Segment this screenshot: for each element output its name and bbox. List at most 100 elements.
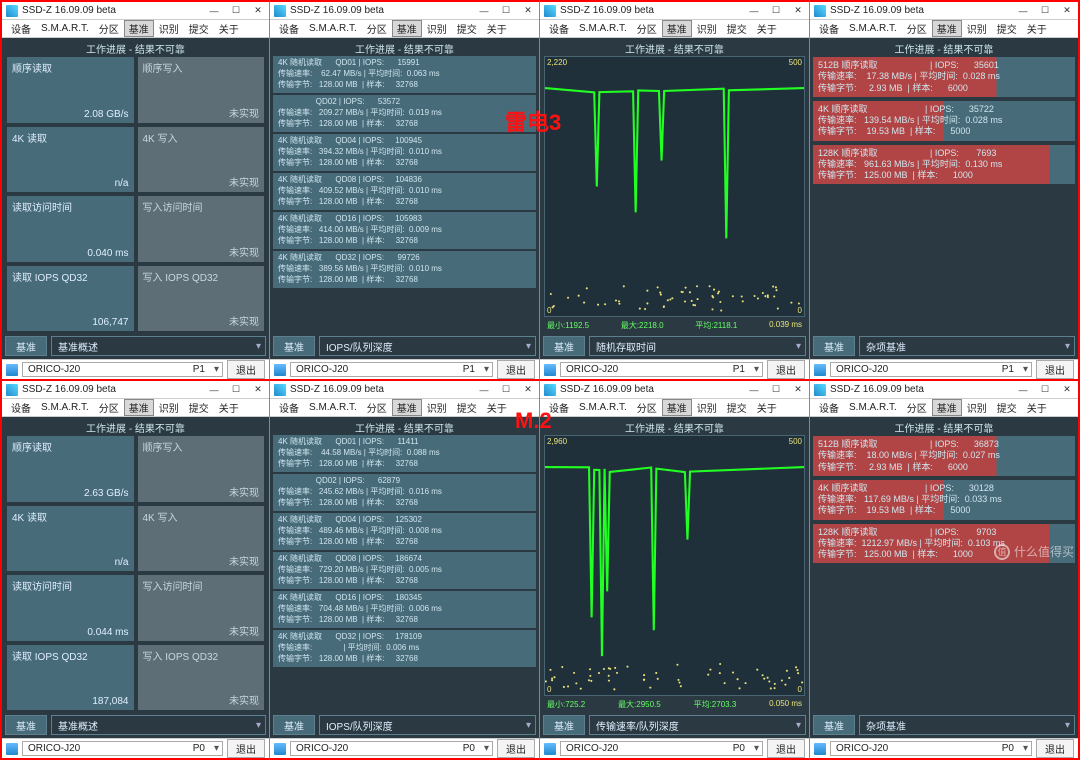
tab-4[interactable]: 识别 <box>154 20 184 37</box>
maximize-button[interactable]: ☐ <box>765 2 787 19</box>
tab-5[interactable]: 提交 <box>722 399 752 416</box>
minimize-button[interactable]: — <box>203 381 225 398</box>
device-combo[interactable]: ORICO-J20P0 <box>22 741 223 756</box>
benchmark-select[interactable]: 基准概述 <box>51 336 266 356</box>
maximize-button[interactable]: ☐ <box>225 381 247 398</box>
close-button[interactable]: ✕ <box>517 381 539 398</box>
tab-0[interactable]: 设备 <box>814 399 844 416</box>
tab-1[interactable]: S.M.A.R.T. <box>574 401 632 414</box>
tab-6[interactable]: 关于 <box>214 20 244 37</box>
tab-2[interactable]: 分区 <box>94 399 124 416</box>
tab-6[interactable]: 关于 <box>214 399 244 416</box>
tab-0[interactable]: 设备 <box>544 399 574 416</box>
minimize-button[interactable]: — <box>1012 381 1034 398</box>
close-button[interactable]: ✕ <box>517 2 539 19</box>
benchmark-select[interactable]: 传输速率/队列深度 <box>589 715 806 735</box>
tab-5[interactable]: 提交 <box>452 20 482 37</box>
tab-1[interactable]: S.M.A.R.T. <box>36 401 94 414</box>
tab-3[interactable]: 基准 <box>662 20 692 37</box>
maximize-button[interactable]: ☐ <box>495 2 517 19</box>
tab-0[interactable]: 设备 <box>814 20 844 37</box>
device-combo[interactable]: ORICO-J20P1 <box>290 362 493 377</box>
benchmark-button[interactable]: 基准 <box>5 715 47 735</box>
tab-3[interactable]: 基准 <box>124 399 154 416</box>
tab-5[interactable]: 提交 <box>722 20 752 37</box>
benchmark-select[interactable]: 随机存取时间 <box>589 336 806 356</box>
tab-4[interactable]: 识别 <box>962 20 992 37</box>
tab-5[interactable]: 提交 <box>992 399 1022 416</box>
tab-2[interactable]: 分区 <box>632 20 662 37</box>
benchmark-button[interactable]: 基准 <box>813 715 855 735</box>
device-combo[interactable]: ORICO-J20P1 <box>560 362 763 377</box>
device-combo[interactable]: ORICO-J20P0 <box>560 741 763 756</box>
close-button[interactable]: ✕ <box>247 2 269 19</box>
minimize-button[interactable]: — <box>473 381 495 398</box>
tab-1[interactable]: S.M.A.R.T. <box>844 22 902 35</box>
exit-button[interactable]: 退出 <box>1036 360 1074 379</box>
tab-1[interactable]: S.M.A.R.T. <box>844 401 902 414</box>
tab-3[interactable]: 基准 <box>932 399 962 416</box>
tab-5[interactable]: 提交 <box>184 20 214 37</box>
tab-3[interactable]: 基准 <box>124 20 154 37</box>
tab-4[interactable]: 识别 <box>692 399 722 416</box>
exit-button[interactable]: 退出 <box>1036 739 1074 758</box>
benchmark-button[interactable]: 基准 <box>273 715 315 735</box>
maximize-button[interactable]: ☐ <box>765 381 787 398</box>
minimize-button[interactable]: — <box>743 381 765 398</box>
tab-2[interactable]: 分区 <box>362 20 392 37</box>
minimize-button[interactable]: — <box>1012 2 1034 19</box>
exit-button[interactable]: 退出 <box>497 739 535 758</box>
benchmark-button[interactable]: 基准 <box>273 336 315 356</box>
tab-6[interactable]: 关于 <box>1022 20 1052 37</box>
tab-0[interactable]: 设备 <box>6 20 36 37</box>
maximize-button[interactable]: ☐ <box>1034 381 1056 398</box>
tab-6[interactable]: 关于 <box>752 399 782 416</box>
close-button[interactable]: ✕ <box>787 2 809 19</box>
tab-6[interactable]: 关于 <box>752 20 782 37</box>
tab-1[interactable]: S.M.A.R.T. <box>36 22 94 35</box>
close-button[interactable]: ✕ <box>1056 381 1078 398</box>
exit-button[interactable]: 退出 <box>767 360 805 379</box>
tab-0[interactable]: 设备 <box>6 399 36 416</box>
tab-2[interactable]: 分区 <box>902 20 932 37</box>
tab-4[interactable]: 识别 <box>692 20 722 37</box>
device-combo[interactable]: ORICO-J20P0 <box>830 741 1032 756</box>
tab-6[interactable]: 关于 <box>482 399 512 416</box>
tab-2[interactable]: 分区 <box>902 399 932 416</box>
tab-4[interactable]: 识别 <box>154 399 184 416</box>
close-button[interactable]: ✕ <box>247 381 269 398</box>
tab-2[interactable]: 分区 <box>362 399 392 416</box>
device-combo[interactable]: ORICO-J20P1 <box>830 362 1032 377</box>
close-button[interactable]: ✕ <box>787 381 809 398</box>
tab-4[interactable]: 识别 <box>422 399 452 416</box>
minimize-button[interactable]: — <box>743 2 765 19</box>
tab-5[interactable]: 提交 <box>452 399 482 416</box>
benchmark-button[interactable]: 基准 <box>543 336 585 356</box>
exit-button[interactable]: 退出 <box>767 739 805 758</box>
tab-3[interactable]: 基准 <box>392 399 422 416</box>
benchmark-select[interactable]: 杂项基准 <box>859 715 1075 735</box>
close-button[interactable]: ✕ <box>1056 2 1078 19</box>
benchmark-select[interactable]: IOPS/队列深度 <box>319 715 536 735</box>
exit-button[interactable]: 退出 <box>227 739 265 758</box>
benchmark-button[interactable]: 基准 <box>5 336 47 356</box>
tab-1[interactable]: S.M.A.R.T. <box>304 401 362 414</box>
exit-button[interactable]: 退出 <box>227 360 265 379</box>
minimize-button[interactable]: — <box>473 2 495 19</box>
tab-2[interactable]: 分区 <box>632 399 662 416</box>
minimize-button[interactable]: — <box>203 2 225 19</box>
benchmark-select[interactable]: IOPS/队列深度 <box>319 336 536 356</box>
tab-4[interactable]: 识别 <box>422 20 452 37</box>
tab-1[interactable]: S.M.A.R.T. <box>304 22 362 35</box>
tab-5[interactable]: 提交 <box>184 399 214 416</box>
tab-2[interactable]: 分区 <box>94 20 124 37</box>
tab-0[interactable]: 设备 <box>274 399 304 416</box>
benchmark-select[interactable]: 杂项基准 <box>859 336 1075 356</box>
benchmark-select[interactable]: 基准概述 <box>51 715 266 735</box>
maximize-button[interactable]: ☐ <box>1034 2 1056 19</box>
maximize-button[interactable]: ☐ <box>495 381 517 398</box>
tab-3[interactable]: 基准 <box>932 20 962 37</box>
tab-0[interactable]: 设备 <box>544 20 574 37</box>
device-combo[interactable]: ORICO-J20P1 <box>22 362 223 377</box>
exit-button[interactable]: 退出 <box>497 360 535 379</box>
